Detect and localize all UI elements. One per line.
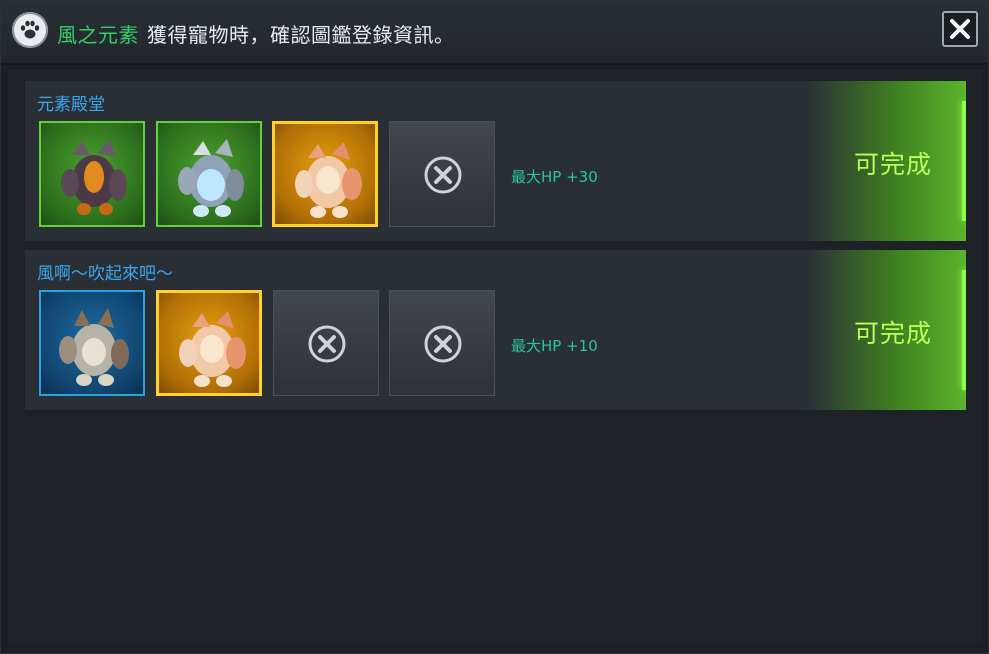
- ice-golem-icon: [178, 139, 244, 217]
- window-header: 風之元素 獲得寵物時，確認圖鑑登錄資訊。: [1, 1, 988, 65]
- pet-slot[interactable]: [39, 290, 145, 396]
- empty-slot-icon: [308, 325, 346, 363]
- close-button[interactable]: [942, 11, 978, 47]
- stone-golem-icon: [59, 308, 129, 386]
- pet-slot[interactable]: [156, 121, 262, 227]
- empty-pet-slot[interactable]: [273, 290, 379, 396]
- flame-golem-icon: [179, 311, 246, 387]
- complete-button[interactable]: 可完成: [806, 250, 966, 410]
- empty-pet-slot[interactable]: [389, 121, 495, 227]
- empty-slot-icon: [424, 325, 462, 363]
- stat-bonus: 最大HP +10: [511, 337, 598, 355]
- close-icon: [950, 19, 970, 39]
- dark-rock-golem-icon: [61, 139, 127, 215]
- collection-row: 風啊～吹起來吧～ 最大HP +10 可完成: [25, 250, 966, 410]
- complete-button[interactable]: 可完成: [806, 81, 966, 241]
- header-message: 獲得寵物時，確認圖鑑登錄資訊。: [147, 23, 455, 47]
- collection-list[interactable]: 元素殿堂 最大HP +30 可完成 風啊～吹起來吧～ 最大HP +10 可完成: [7, 69, 982, 643]
- empty-pet-slot[interactable]: [389, 290, 495, 396]
- pet-collection-window: 風之元素 獲得寵物時，確認圖鑑登錄資訊。 元素殿堂 最大HP +30 可完成 風…: [0, 0, 989, 654]
- pet-slot[interactable]: [272, 121, 378, 227]
- pet-slot[interactable]: [156, 290, 262, 396]
- pet-slot[interactable]: [39, 121, 145, 227]
- paw-icon: [12, 12, 48, 48]
- stat-bonus: 最大HP +30: [511, 168, 598, 186]
- collection-category-title: 風之元素: [57, 23, 139, 47]
- complete-label: 可完成: [853, 150, 932, 179]
- collection-row: 元素殿堂 最大HP +30 可完成: [25, 81, 966, 241]
- empty-slot-icon: [424, 156, 462, 194]
- header-text: 風之元素 獲得寵物時，確認圖鑑登錄資訊。: [57, 19, 455, 48]
- collection-title: 元素殿堂: [37, 95, 105, 115]
- collection-title: 風啊～吹起來吧～: [37, 264, 173, 284]
- flame-golem-icon: [295, 142, 362, 218]
- complete-label: 可完成: [853, 319, 932, 348]
